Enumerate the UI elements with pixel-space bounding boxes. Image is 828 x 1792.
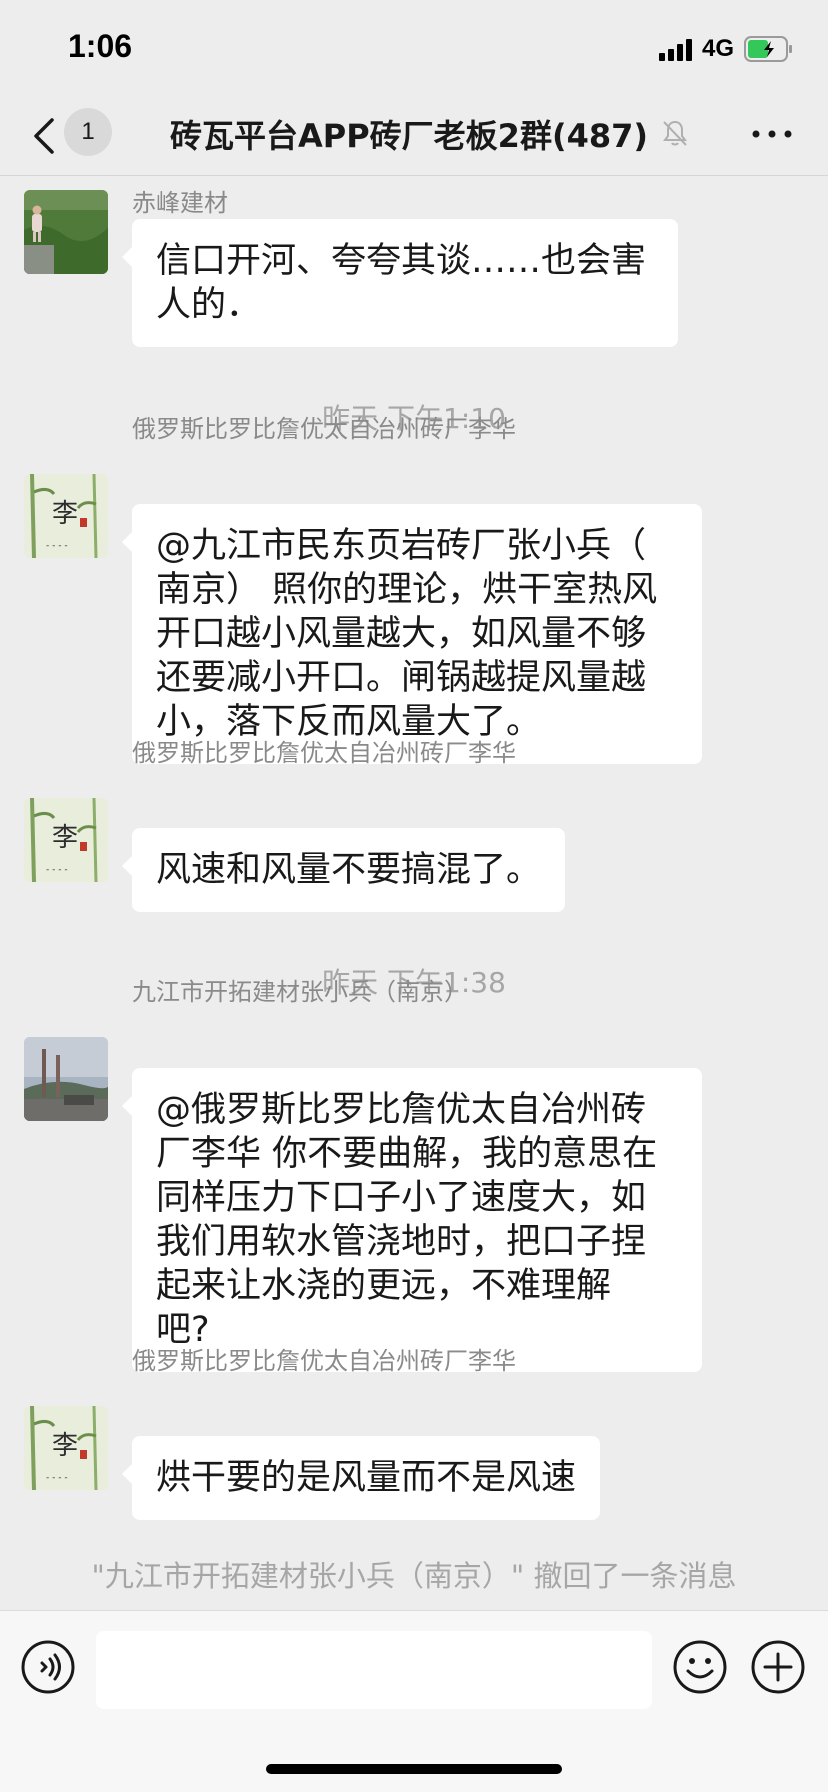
svg-text:- - - -: - - - - (46, 865, 68, 875)
message-bubble[interactable]: @九江市民东页岩砖厂张小兵（ 南京） 照你的理论，烘干室热风 开口越小风量越大，… (122, 504, 702, 764)
more-icon (752, 130, 792, 138)
back-arrow-icon (34, 118, 54, 154)
plus-icon (751, 1640, 805, 1694)
message-input[interactable] (96, 1631, 652, 1709)
sender-name: 俄罗斯比罗比詹优太自冶州砖厂李华 (132, 1347, 516, 1375)
message-bubble[interactable]: @俄罗斯比罗比詹优太自冶州砖 厂李华 你不要曲解，我的意思在 同样压力下口子小了… (122, 1068, 702, 1372)
svg-text:- - - -: - - - - (46, 541, 68, 551)
status-indicators: 4G (658, 34, 794, 64)
bamboo-li-painting: 李 - - - - (24, 1406, 108, 1490)
status-time: 1:06 (68, 28, 133, 64)
emoji-button[interactable] (672, 1639, 728, 1695)
message-bubble[interactable]: 信口开河、夸夸其谈……也会害 人的． (122, 219, 678, 347)
avatar[interactable] (24, 1037, 108, 1121)
child-in-field-photo (24, 190, 108, 274)
network-type: 4G (701, 35, 734, 62)
chat-title: 砖瓦平台APP砖厂老板2群(487) (170, 117, 648, 155)
emoji-icon (673, 1640, 727, 1694)
sender-name: 九江市开拓建材张小兵（南京） (132, 978, 468, 1006)
recall-notice: "九江市开拓建材张小兵（南京）" 撤回了一条消息 (91, 1559, 737, 1593)
svg-text:李: 李 (52, 499, 78, 529)
sender-name: 赤峰建材 (132, 189, 228, 217)
mute-bell-icon (660, 118, 690, 148)
chat-header: 1 砖瓦平台APP砖厂老板2群(487) (0, 100, 828, 176)
battery-icon (744, 36, 794, 62)
voice-button[interactable] (20, 1639, 76, 1695)
svg-text:李: 李 (52, 1431, 78, 1461)
bamboo-li-painting: 李 - - - - (24, 798, 108, 882)
avatar[interactable]: 李 - - - - (24, 798, 108, 882)
home-indicator[interactable] (266, 1764, 562, 1774)
signal-icon (658, 37, 692, 61)
status-bar: 1:06 4G (0, 0, 828, 100)
more-button[interactable] (748, 118, 796, 150)
svg-text:李: 李 (52, 823, 78, 853)
unread-count-badge[interactable]: 1 (64, 108, 112, 156)
sender-name: 俄罗斯比罗比詹优太自冶州砖厂李华 (132, 415, 516, 443)
message-bubble[interactable]: 烘干要的是风量而不是风速 (121, 1436, 601, 1520)
sender-name: 俄罗斯比罗比詹优太自冶州砖厂李华 (132, 739, 516, 767)
voice-icon (21, 1640, 75, 1694)
back-button[interactable] (28, 112, 64, 160)
more-actions-button[interactable] (750, 1639, 806, 1695)
avatar[interactable] (24, 190, 108, 274)
bamboo-li-painting: 李 - - - - (24, 474, 108, 558)
svg-text:- - - -: - - - - (46, 1473, 68, 1483)
message-bubble[interactable]: 风速和风量不要搞混了。 (121, 828, 566, 912)
avatar[interactable]: 李 - - - - (24, 1406, 108, 1490)
chat-message-list[interactable]: 赤峰建材 信口开河、夸夸其谈……也会害 人的． 昨天 下午1:10 李 - - … (0, 177, 828, 1609)
factory-chimney-photo (24, 1037, 108, 1121)
avatar[interactable]: 李 - - - - (24, 474, 108, 558)
